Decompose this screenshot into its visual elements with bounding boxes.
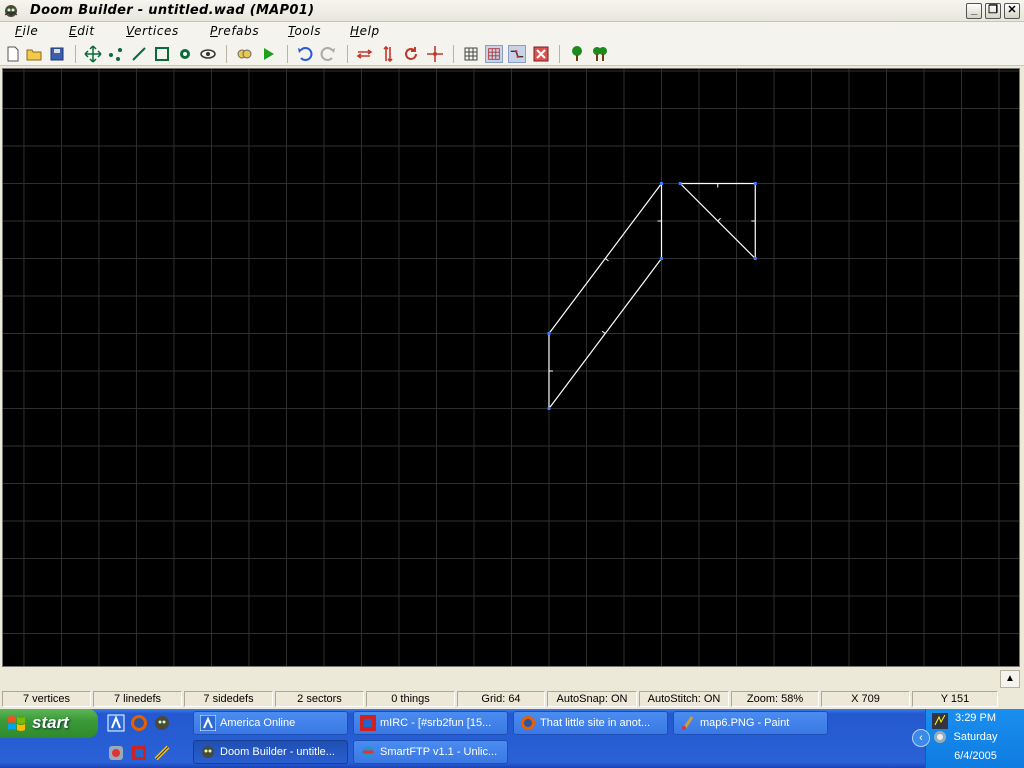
- doom-builder-quicklaunch-icon[interactable]: [153, 714, 171, 732]
- 3d-mode-icon[interactable]: [199, 45, 217, 63]
- system-tray: ‹ 3:29 PM Saturday 6/4/2005: [912, 709, 1024, 768]
- map-vertex[interactable]: [547, 332, 551, 336]
- toolbar: [0, 42, 1024, 66]
- redo-icon[interactable]: [319, 45, 337, 63]
- flip-icon[interactable]: [356, 45, 374, 63]
- firefox-icon: [521, 716, 535, 730]
- restore-button[interactable]: ❐: [985, 3, 1001, 19]
- close-button[interactable]: ✕: [1004, 3, 1020, 19]
- clock-day: Saturday: [953, 731, 998, 743]
- menu-file[interactable]: File: [15, 24, 38, 38]
- move-mode-icon[interactable]: [84, 45, 102, 63]
- task-firefox[interactable]: That little site in anot...: [513, 711, 668, 735]
- menu-edit[interactable]: Edit: [69, 24, 95, 38]
- toolbar-separator: [559, 45, 560, 63]
- map-vertex[interactable]: [753, 257, 757, 261]
- status-autostitch: AutoStitch: ON: [639, 691, 729, 707]
- minimize-icon: _: [970, 4, 978, 16]
- status-things: 0 things: [366, 691, 455, 707]
- vertical-scrollbar[interactable]: [1020, 68, 1024, 667]
- aol-icon: [200, 715, 216, 731]
- stitch-toggle[interactable]: [508, 45, 526, 63]
- map-vertex[interactable]: [753, 182, 757, 185]
- toolbar-separator: [75, 45, 76, 63]
- title-bar: Doom Builder - untitled.wad (MAP01) _ ❐ …: [0, 0, 1024, 22]
- task-doom-builder[interactable]: Doom Builder - untitle...: [193, 740, 348, 764]
- find-icon[interactable]: [235, 45, 253, 63]
- up-arrow-icon: ▲: [1005, 673, 1015, 684]
- status-linedefs: 7 linedefs: [93, 691, 182, 707]
- menu-help[interactable]: Help: [350, 24, 380, 38]
- map-vertex[interactable]: [678, 182, 682, 185]
- menu-tools[interactable]: Tools: [288, 24, 321, 38]
- doom-builder-app-icon: [4, 5, 18, 17]
- menu-vertices[interactable]: Vertices: [126, 24, 179, 38]
- save-icon[interactable]: [48, 45, 66, 63]
- snap-grid-toggle[interactable]: [485, 45, 503, 63]
- toolbar-separator: [226, 45, 227, 63]
- program-quicklaunch-icon[interactable]: [107, 744, 125, 762]
- clock-date: 6/4/2005: [954, 750, 997, 762]
- status-y-coordinate: Y 151: [912, 691, 998, 707]
- toolbar-separator: [453, 45, 454, 63]
- menu-bar: File Edit Vertices Prefabs Tools Help: [0, 22, 1024, 42]
- status-x-coordinate: X 709: [821, 691, 910, 707]
- rotate-icon[interactable]: [402, 45, 420, 63]
- clock-time[interactable]: 3:29 PM: [926, 712, 1024, 724]
- mirc-icon: [360, 715, 376, 731]
- window-title: Doom Builder - untitled.wad (MAP01): [30, 3, 315, 18]
- node-builder-alt-icon[interactable]: [591, 45, 609, 63]
- paint-icon: [682, 716, 694, 730]
- toolbar-separator: [287, 45, 288, 63]
- mirc-quicklaunch-icon[interactable]: [130, 744, 148, 762]
- map-canvas[interactable]: [2, 32, 1020, 667]
- task-smartftp[interactable]: SmartFTP v1.1 - Unlic...: [353, 740, 508, 764]
- sectors-mode-icon[interactable]: [153, 45, 171, 63]
- status-zoom: Zoom: 58%: [731, 691, 819, 707]
- status-sectors: 2 sectors: [275, 691, 364, 707]
- task-mirc[interactable]: mIRC - [#srb2fun [15...: [353, 711, 508, 735]
- doom-builder-icon: [202, 746, 214, 758]
- start-button[interactable]: start: [0, 709, 98, 738]
- undo-icon[interactable]: [296, 45, 314, 63]
- linedefs-mode-icon[interactable]: [130, 45, 148, 63]
- map-vertex[interactable]: [547, 407, 551, 411]
- mirror-icon[interactable]: [379, 45, 397, 63]
- close-icon: ✕: [1007, 4, 1017, 16]
- status-bar: 7 vertices 7 linedefs 7 sidedefs 2 secto…: [0, 689, 1000, 709]
- task-paint[interactable]: map6.PNG - Paint: [673, 711, 828, 735]
- chevron-left-icon: ‹: [919, 732, 923, 744]
- status-autosnap: AutoSnap: ON: [547, 691, 637, 707]
- node-builder-icon[interactable]: [568, 45, 586, 63]
- stitch-icon: [510, 50, 524, 58]
- minimize-button[interactable]: _: [966, 3, 982, 19]
- taskbar: start America Online mIRC - [#srb2fun [1…: [0, 709, 1024, 768]
- aol-quicklaunch-icon[interactable]: [107, 714, 125, 732]
- snap-grid-icon: [488, 48, 500, 60]
- restore-icon: ❐: [988, 4, 998, 16]
- test-map-icon[interactable]: [259, 45, 277, 63]
- status-grid: Grid: 64: [457, 691, 545, 707]
- grid-icon[interactable]: [462, 45, 480, 63]
- map-view[interactable]: [3, 32, 1019, 666]
- open-folder-icon[interactable]: [25, 45, 43, 63]
- task-america-online[interactable]: America Online: [193, 711, 348, 735]
- clear-icon[interactable]: [532, 45, 550, 63]
- menu-prefabs[interactable]: Prefabs: [210, 24, 259, 38]
- smartftp-icon: [362, 746, 374, 758]
- windows-logo-icon: [8, 716, 25, 731]
- resize-icon[interactable]: [426, 45, 444, 63]
- status-vertices: 7 vertices: [2, 691, 91, 707]
- things-mode-icon[interactable]: [176, 45, 194, 63]
- vertices-mode-icon[interactable]: [107, 45, 125, 63]
- winamp-quicklaunch-icon[interactable]: [153, 744, 171, 762]
- map-vertex[interactable]: [660, 182, 663, 185]
- scroll-up-button[interactable]: ▲: [1000, 670, 1020, 688]
- new-file-icon[interactable]: [4, 45, 22, 63]
- map-vertex[interactable]: [660, 257, 663, 261]
- status-sidedefs: 7 sidedefs: [184, 691, 273, 707]
- firefox-quicklaunch-icon[interactable]: [130, 714, 148, 732]
- toolbar-separator: [347, 45, 348, 63]
- start-label: start: [32, 713, 69, 732]
